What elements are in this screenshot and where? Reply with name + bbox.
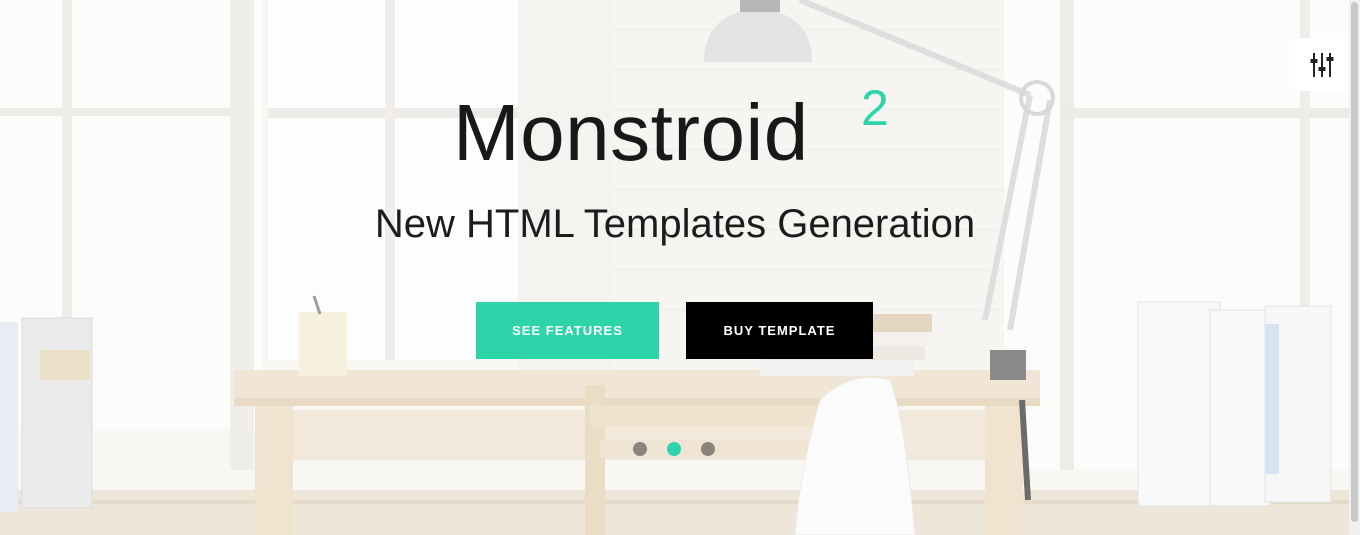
slider-dot-1[interactable] [633, 442, 647, 456]
slider-pagination [633, 442, 715, 456]
hero-slider: Monstroid 2 New HTML Templates Generatio… [0, 0, 1360, 535]
see-features-button[interactable]: SEE FEATURES [476, 302, 659, 359]
hero-title-superscript: 2 [861, 80, 889, 136]
sliders-icon [1310, 52, 1334, 77]
slider-dot-3[interactable] [701, 442, 715, 456]
hero-subtitle: New HTML Templates Generation [374, 202, 976, 246]
hero-title: Monstroid [453, 88, 809, 177]
settings-panel-toggle[interactable] [1295, 38, 1349, 91]
scrollbar-thumb[interactable] [1351, 2, 1358, 522]
buy-template-button[interactable]: BUY TEMPLATE [686, 302, 873, 359]
slider-dot-2[interactable] [667, 442, 681, 456]
